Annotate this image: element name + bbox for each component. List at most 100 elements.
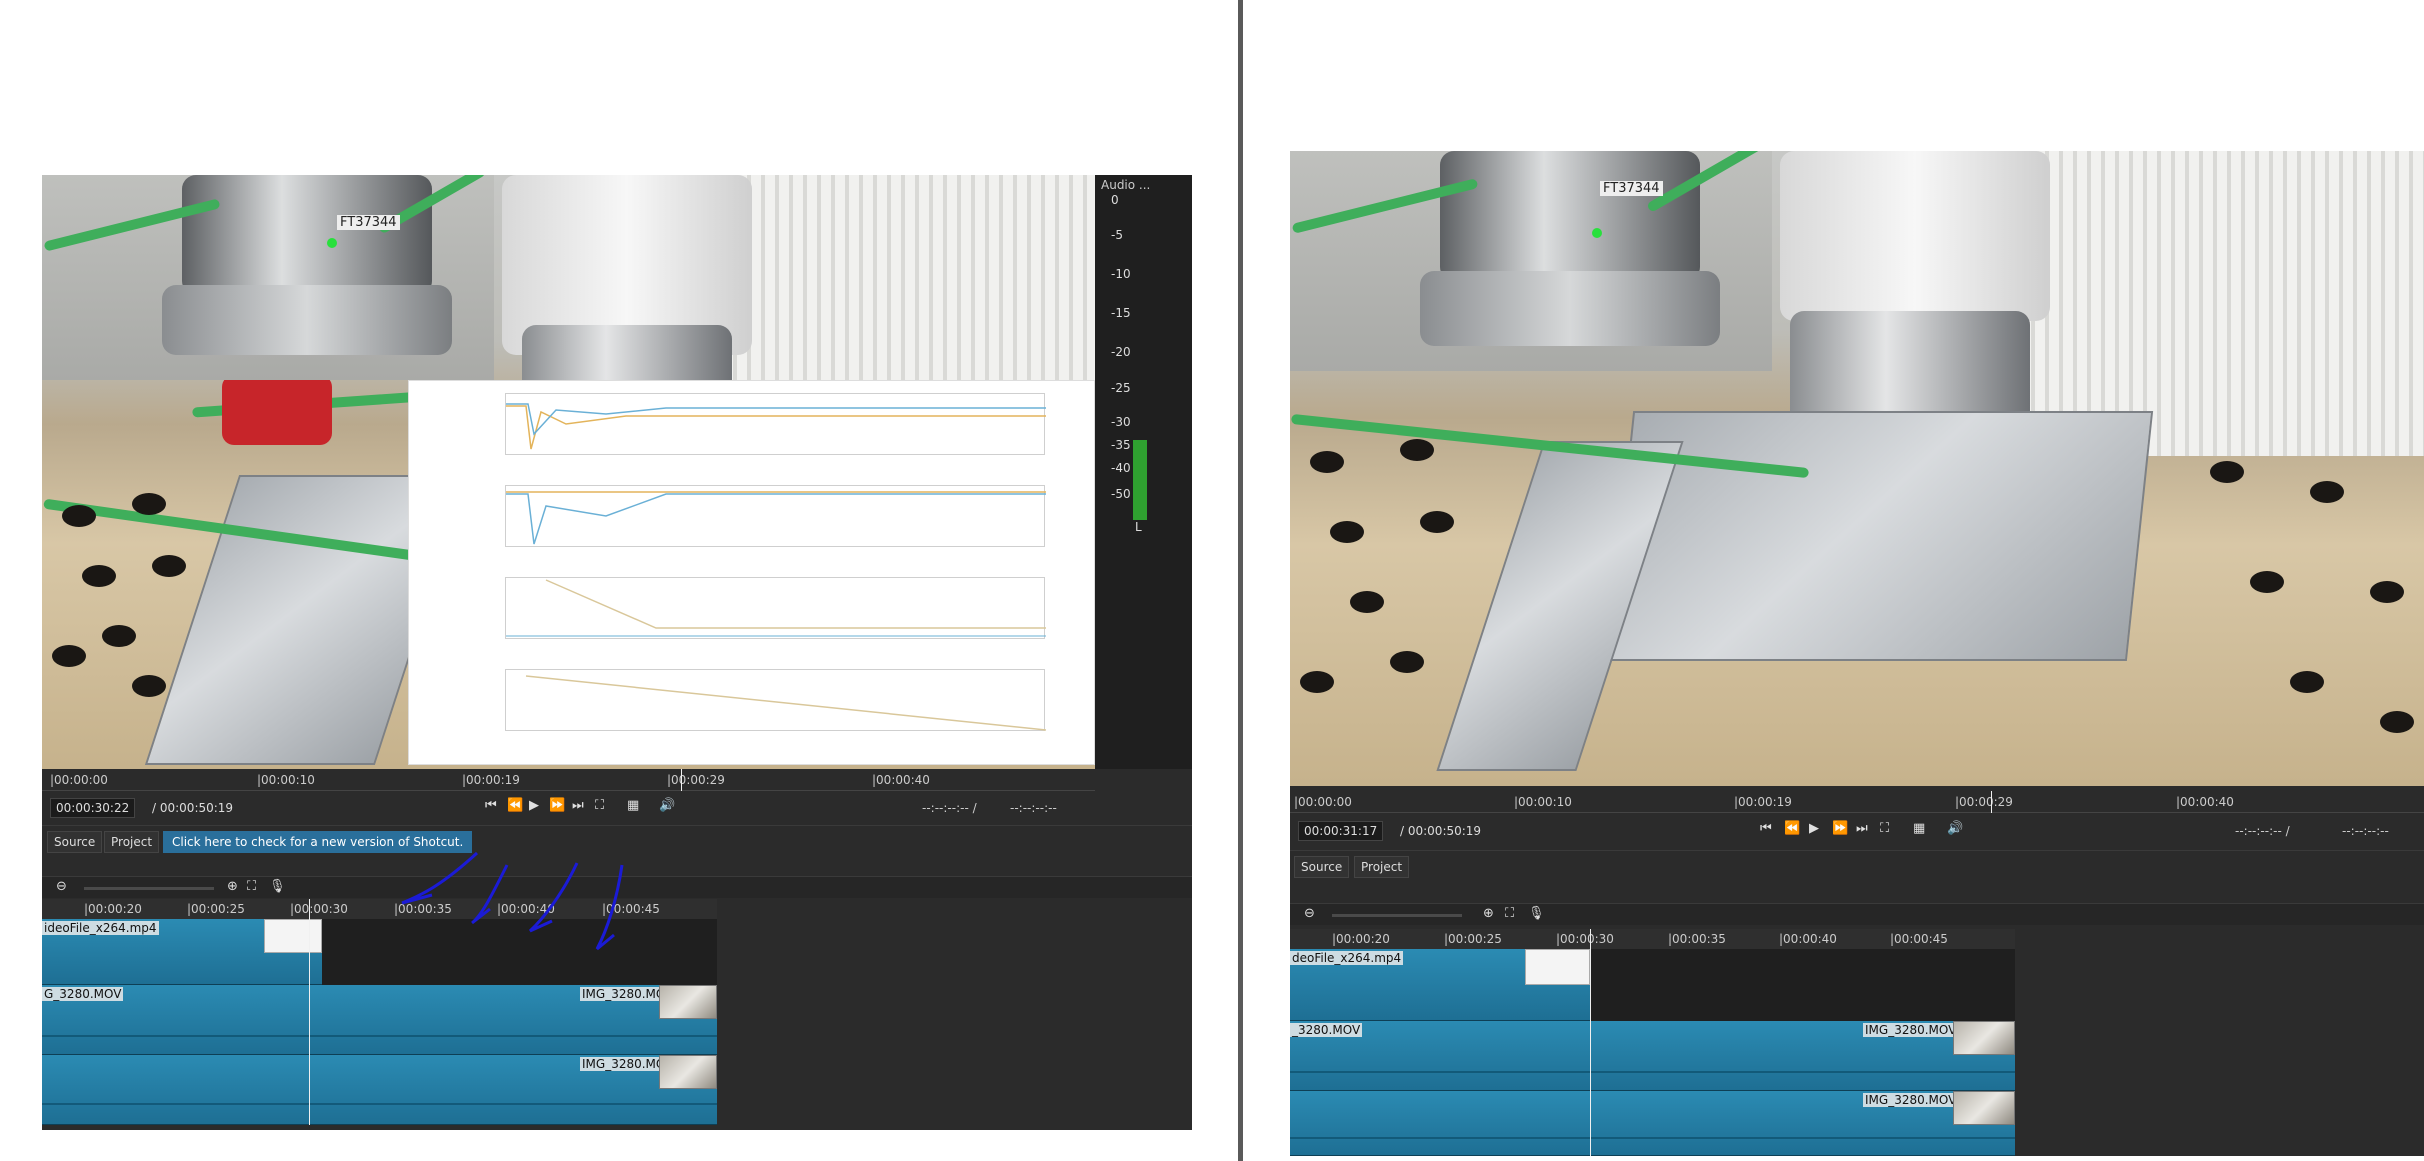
zoom-in-icon[interactable]: ⊕ xyxy=(1483,906,1494,921)
clip-thumbnail xyxy=(264,919,322,953)
timeline-tick: |00:00:30 xyxy=(290,902,348,916)
right-timeline-toolbar: ⊖ ⊕ ⛶ 🎙 xyxy=(1290,903,2424,925)
record-icon[interactable]: 🎙 xyxy=(1528,906,1545,921)
timeline-playhead[interactable] xyxy=(1590,929,1591,1156)
ruler-tick: |00:00:10 xyxy=(1514,795,1572,809)
ruler-tick: |00:00:29 xyxy=(667,773,725,787)
pip-overlay: FT37344 xyxy=(42,175,494,380)
skip-start-icon[interactable]: ⏮ xyxy=(1760,821,1772,836)
meter-tick: -25 xyxy=(1111,381,1131,395)
zoom-fit-timeline-icon[interactable]: ⛶ xyxy=(1505,906,1514,921)
subplot-1 xyxy=(505,393,1046,455)
timeline-tick: |00:00:30 xyxy=(1556,932,1614,946)
ruler-tick: |00:00:29 xyxy=(1955,795,2013,809)
scrub-playhead[interactable] xyxy=(1991,791,1992,813)
grid-icon[interactable]: ▦ xyxy=(1913,821,1925,836)
current-timecode[interactable]: 00:00:31:17 xyxy=(1298,821,1384,841)
right-tabs: Source Project xyxy=(1290,850,2424,880)
screenshot-divider xyxy=(1238,0,1243,1161)
audio-meter-panel: Audio ... 0 -5 -10 -15 -20 -25 -30 -35 -… xyxy=(1095,175,1192,769)
zoom-in-icon[interactable]: ⊕ xyxy=(227,879,238,894)
tab-project[interactable]: Project xyxy=(1354,856,1410,878)
meter-tick: -20 xyxy=(1111,345,1131,359)
subplot-3 xyxy=(505,577,1046,639)
rewind-icon[interactable]: ⏪ xyxy=(1784,821,1800,836)
screenshot-comparison: FT37344 Audio ... 0 -5 -10 -15 -20 -25 -… xyxy=(0,0,2424,1161)
clip-thumbnail xyxy=(659,1055,717,1089)
left-scrub-ruler[interactable]: |00:00:00 |00:00:10 |00:00:19 |00:00:29 … xyxy=(42,769,1095,791)
serial-label: FT37344 xyxy=(1600,181,1663,196)
clip-label: ideoFile_x264.mp4 xyxy=(42,921,159,935)
grid-icon[interactable]: ▦ xyxy=(627,798,639,813)
pen-annotation xyxy=(401,851,624,951)
meter-tick: -50 xyxy=(1111,487,1131,501)
current-timecode[interactable]: 00:00:30:22 xyxy=(50,798,136,818)
left-transport: 00:00:30:22 / 00:00:50:19 ⏮ ⏪ ▶ ⏩ ⏭ ⛶ ▦ … xyxy=(42,795,1192,821)
volume-icon[interactable]: 🔊 xyxy=(1947,821,1963,836)
ruler-tick: |00:00:19 xyxy=(462,773,520,787)
timeline-tick: |00:00:25 xyxy=(187,902,245,916)
right-scrub-ruler[interactable]: |00:00:00 |00:00:10 |00:00:19 |00:00:29 … xyxy=(1290,791,2424,813)
skip-end-icon[interactable]: ⏭ xyxy=(572,798,584,813)
fast-forward-icon[interactable]: ⏩ xyxy=(1832,821,1848,836)
timeline-tick: |00:00:35 xyxy=(1668,932,1726,946)
right-timeline-ruler[interactable]: |00:00:20 |00:00:25 |00:00:30 |00:00:35 … xyxy=(1290,929,2015,949)
zoom-out-icon[interactable]: ⊖ xyxy=(56,879,67,894)
ruler-tick: |00:00:00 xyxy=(50,773,108,787)
scrub-playhead[interactable] xyxy=(681,769,682,791)
clip-thumbnail xyxy=(1953,1091,2015,1125)
zoom-fit-icon[interactable]: ⛶ xyxy=(1880,821,1889,836)
ruler-tick: |00:00:19 xyxy=(1734,795,1792,809)
zoom-slider[interactable] xyxy=(84,887,214,890)
zoom-fit-icon[interactable]: ⛶ xyxy=(595,798,604,813)
meter-tick: -35 xyxy=(1111,438,1131,452)
clip-label: deoFile_x264.mp4 xyxy=(1290,951,1404,965)
track-a1-clip[interactable]: IMG_3280.MOV xyxy=(1290,1091,2015,1156)
play-icon[interactable]: ▶ xyxy=(1809,821,1819,836)
serial-label: FT37344 xyxy=(337,215,400,230)
track-v2-clip[interactable]: ideoFile_x264.mp4 xyxy=(42,919,322,985)
meter-tick: -30 xyxy=(1111,415,1131,429)
play-icon[interactable]: ▶ xyxy=(529,798,539,813)
track-v1-clip[interactable]: _3280.MOV IMG_3280.MOV xyxy=(1290,1021,2015,1091)
meter-channel: L xyxy=(1135,520,1142,534)
tab-project[interactable]: Project xyxy=(104,831,160,853)
right-video-preview: FT37344 xyxy=(1290,151,2424,786)
clip-label: _3280.MOV xyxy=(1290,1023,1363,1037)
meter-tick: -15 xyxy=(1111,306,1131,320)
meter-level-bar xyxy=(1133,440,1147,520)
rewind-icon[interactable]: ⏪ xyxy=(507,798,523,813)
ruler-tick: |00:00:40 xyxy=(872,773,930,787)
skip-start-icon[interactable]: ⏮ xyxy=(485,798,497,813)
timeline-tick: |00:00:20 xyxy=(84,902,142,916)
track-v1-clip[interactable]: G_3280.MOV IMG_3280.MOV xyxy=(42,985,717,1055)
track-gap xyxy=(1590,949,2015,1021)
left-shotcut-window: FT37344 Audio ... 0 -5 -10 -15 -20 -25 -… xyxy=(42,175,1192,1130)
tab-source[interactable]: Source xyxy=(1294,856,1350,878)
out-point: --:--:--:-- xyxy=(1010,801,1057,815)
right-shotcut-window: FT37344 |00:00:00 |00:00:10 |00:00:19 |0… xyxy=(1290,151,2424,1156)
track-v2-clip[interactable]: deoFile_x264.mp4 xyxy=(1290,949,1590,1021)
zoom-fit-timeline-icon[interactable]: ⛶ xyxy=(247,879,256,894)
in-point: --:--:--:-- / xyxy=(922,801,977,815)
record-icon[interactable]: 🎙 xyxy=(269,879,286,894)
in-point: --:--:--:-- / xyxy=(2235,824,2290,838)
plot-overlay xyxy=(408,380,1095,765)
fast-forward-icon[interactable]: ⏩ xyxy=(549,798,565,813)
audio-meter-title: Audio ... xyxy=(1101,178,1151,192)
clip-label: G_3280.MOV xyxy=(42,987,124,1001)
timeline-playhead[interactable] xyxy=(309,899,310,1125)
zoom-slider[interactable] xyxy=(1332,914,1462,917)
clip-thumbnail xyxy=(1525,949,1590,985)
timeline-tick: |00:00:40 xyxy=(1779,932,1837,946)
left-video-preview: FT37344 xyxy=(42,175,1095,769)
volume-icon[interactable]: 🔊 xyxy=(659,798,675,813)
zoom-out-icon[interactable]: ⊖ xyxy=(1304,906,1315,921)
skip-end-icon[interactable]: ⏭ xyxy=(1856,821,1868,836)
ruler-tick: |00:00:40 xyxy=(2176,795,2234,809)
track-a1-clip[interactable]: IMG_3280.MOV xyxy=(42,1055,717,1125)
pip-overlay: FT37344 xyxy=(1290,151,1772,371)
ruler-tick: |00:00:10 xyxy=(257,773,315,787)
tab-source[interactable]: Source xyxy=(47,831,103,853)
subplot-2 xyxy=(505,485,1046,547)
